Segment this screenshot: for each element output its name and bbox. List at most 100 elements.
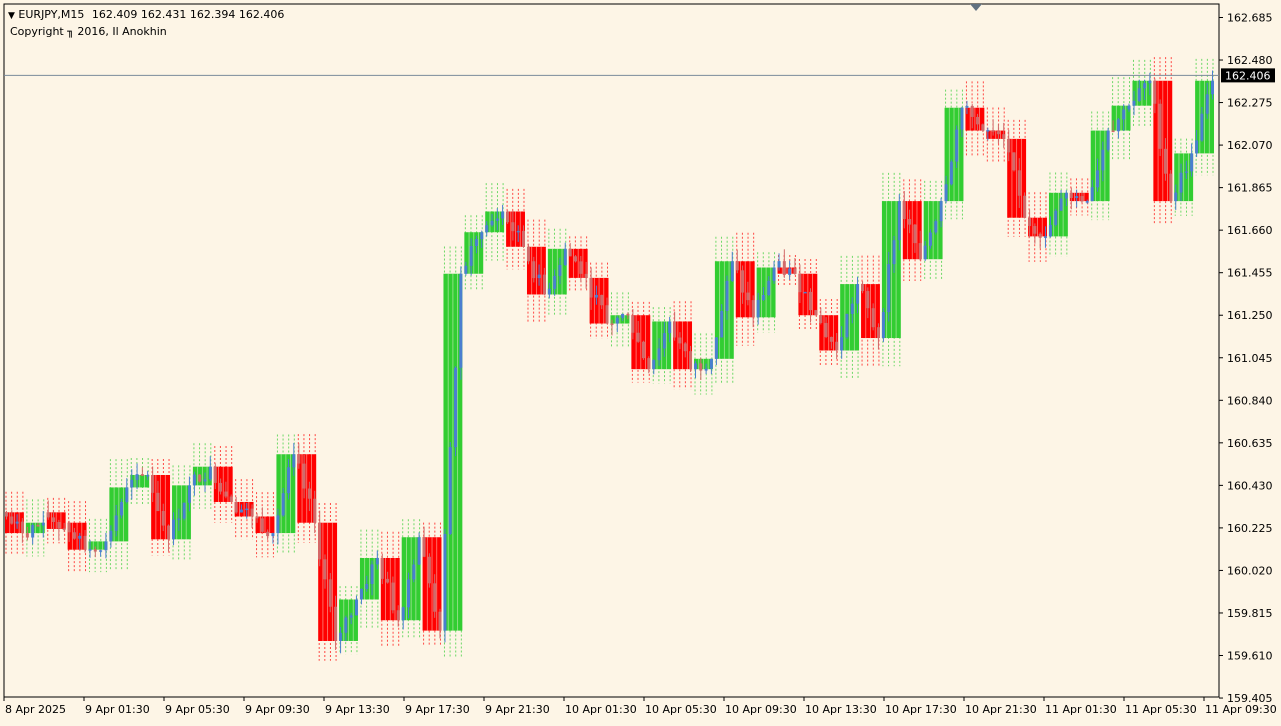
candle-body — [678, 337, 682, 344]
candle-body — [960, 107, 964, 130]
candle-body — [412, 564, 416, 580]
candle-body — [1137, 88, 1141, 101]
candle-body — [114, 515, 118, 531]
candle-body — [490, 220, 494, 226]
candle-body — [652, 360, 656, 370]
candle-body — [657, 348, 661, 361]
candle-body — [1169, 173, 1173, 202]
candle-body — [547, 288, 551, 295]
candle-body — [187, 485, 191, 503]
candle-body — [934, 221, 938, 233]
candle-body — [104, 541, 108, 551]
candle-body — [1153, 80, 1157, 104]
y-tick-label: 161.045 — [1227, 352, 1273, 365]
candle-body — [1132, 100, 1136, 106]
candle-body — [271, 533, 275, 537]
x-tick-label: 10 Apr 01:30 — [565, 703, 637, 716]
candle-body — [1096, 170, 1100, 188]
candle-body — [955, 129, 959, 162]
candle-body — [709, 358, 713, 369]
candle-body — [234, 501, 238, 513]
candle-body — [840, 337, 844, 351]
candle-body — [1028, 217, 1032, 227]
candle-body — [647, 358, 651, 370]
candle-body — [584, 273, 588, 278]
candle-body — [636, 332, 640, 342]
candle-body — [615, 317, 619, 324]
candle-body — [245, 508, 249, 511]
candle-body — [1038, 233, 1042, 238]
candle-body — [250, 508, 254, 517]
candle-body — [1002, 134, 1006, 139]
candle-body — [151, 474, 155, 493]
candle-body — [1163, 148, 1167, 174]
candle-body — [767, 280, 771, 295]
candle-body — [72, 532, 76, 539]
y-tick-label: 162.480 — [1227, 54, 1273, 67]
candle-body — [287, 467, 291, 494]
chart-window: 162.685 162.480 162.275 162.070 161.865 161.6… — [0, 0, 1281, 726]
y-tick-label: 161.865 — [1227, 182, 1273, 195]
candle-body — [850, 303, 854, 314]
y-tick-label: 160.635 — [1227, 437, 1273, 450]
candle-body — [31, 525, 35, 538]
dropdown-arrow-icon[interactable]: ▼ — [8, 11, 15, 21]
candle-body — [605, 305, 609, 324]
plot-border — [3, 3, 1220, 698]
x-tick-label: 9 Apr 13:30 — [325, 703, 390, 716]
candle-body — [589, 277, 593, 298]
candle-body — [537, 274, 541, 279]
x-tick-label: 11 Apr 09:30 — [1205, 703, 1277, 716]
candle-body — [939, 201, 943, 222]
candle-body — [229, 496, 233, 502]
x-tick-label: 8 Apr 2025 — [5, 703, 66, 716]
y-tick-label: 159.815 — [1227, 607, 1273, 620]
candle-body — [741, 270, 745, 293]
candle-body — [57, 521, 61, 529]
candle-body — [1043, 236, 1047, 238]
candle-body — [902, 201, 906, 220]
candle-body — [349, 615, 353, 618]
candle-body — [683, 343, 687, 352]
x-tick-label: 10 Apr 09:30 — [725, 703, 797, 716]
price-chart[interactable]: 162.685 162.480 162.275 162.070 161.865 161.6… — [0, 0, 1281, 726]
candle-body — [20, 521, 24, 534]
x-tick-label: 10 Apr 13:30 — [805, 703, 877, 716]
candle-body — [62, 528, 66, 530]
copyright-text: Copyright ╖ 2016, Il Anokhin — [10, 25, 167, 38]
candle-body — [558, 264, 562, 276]
y-tick-label: 162.070 — [1227, 139, 1273, 152]
candle-body — [725, 280, 729, 311]
candle-body — [621, 313, 625, 318]
candle-body — [427, 556, 431, 584]
candle-body — [354, 599, 358, 616]
x-tick-label: 9 Apr 05:30 — [165, 703, 230, 716]
candle-body — [662, 333, 666, 349]
candle-body — [949, 161, 953, 185]
x-tick-label: 11 Apr 05:30 — [1125, 703, 1197, 716]
x-tick-label: 9 Apr 17:30 — [405, 703, 470, 716]
candle-body — [563, 248, 567, 265]
candle-body — [464, 265, 468, 274]
candle-body — [318, 522, 322, 560]
candle-body — [944, 184, 948, 202]
y-tick-label: 162.275 — [1227, 97, 1273, 110]
candle-body — [594, 294, 598, 298]
candle-body — [714, 337, 718, 359]
candle-body — [1179, 172, 1183, 193]
candle-body — [970, 105, 974, 117]
y-tick-label: 161.660 — [1227, 224, 1273, 237]
candle-body — [302, 463, 306, 489]
candle-body — [334, 606, 338, 641]
candle-body — [52, 517, 56, 522]
candle-body — [78, 535, 82, 539]
candle-body — [109, 530, 113, 542]
x-tick-label: 10 Apr 05:30 — [645, 703, 717, 716]
candle-body — [542, 274, 546, 295]
candle-body — [380, 557, 384, 579]
candle-body — [480, 232, 484, 240]
candle-body — [203, 479, 207, 482]
candle-body — [192, 474, 196, 486]
candle-body — [1116, 119, 1120, 132]
candles-layer — [5, 70, 1214, 654]
